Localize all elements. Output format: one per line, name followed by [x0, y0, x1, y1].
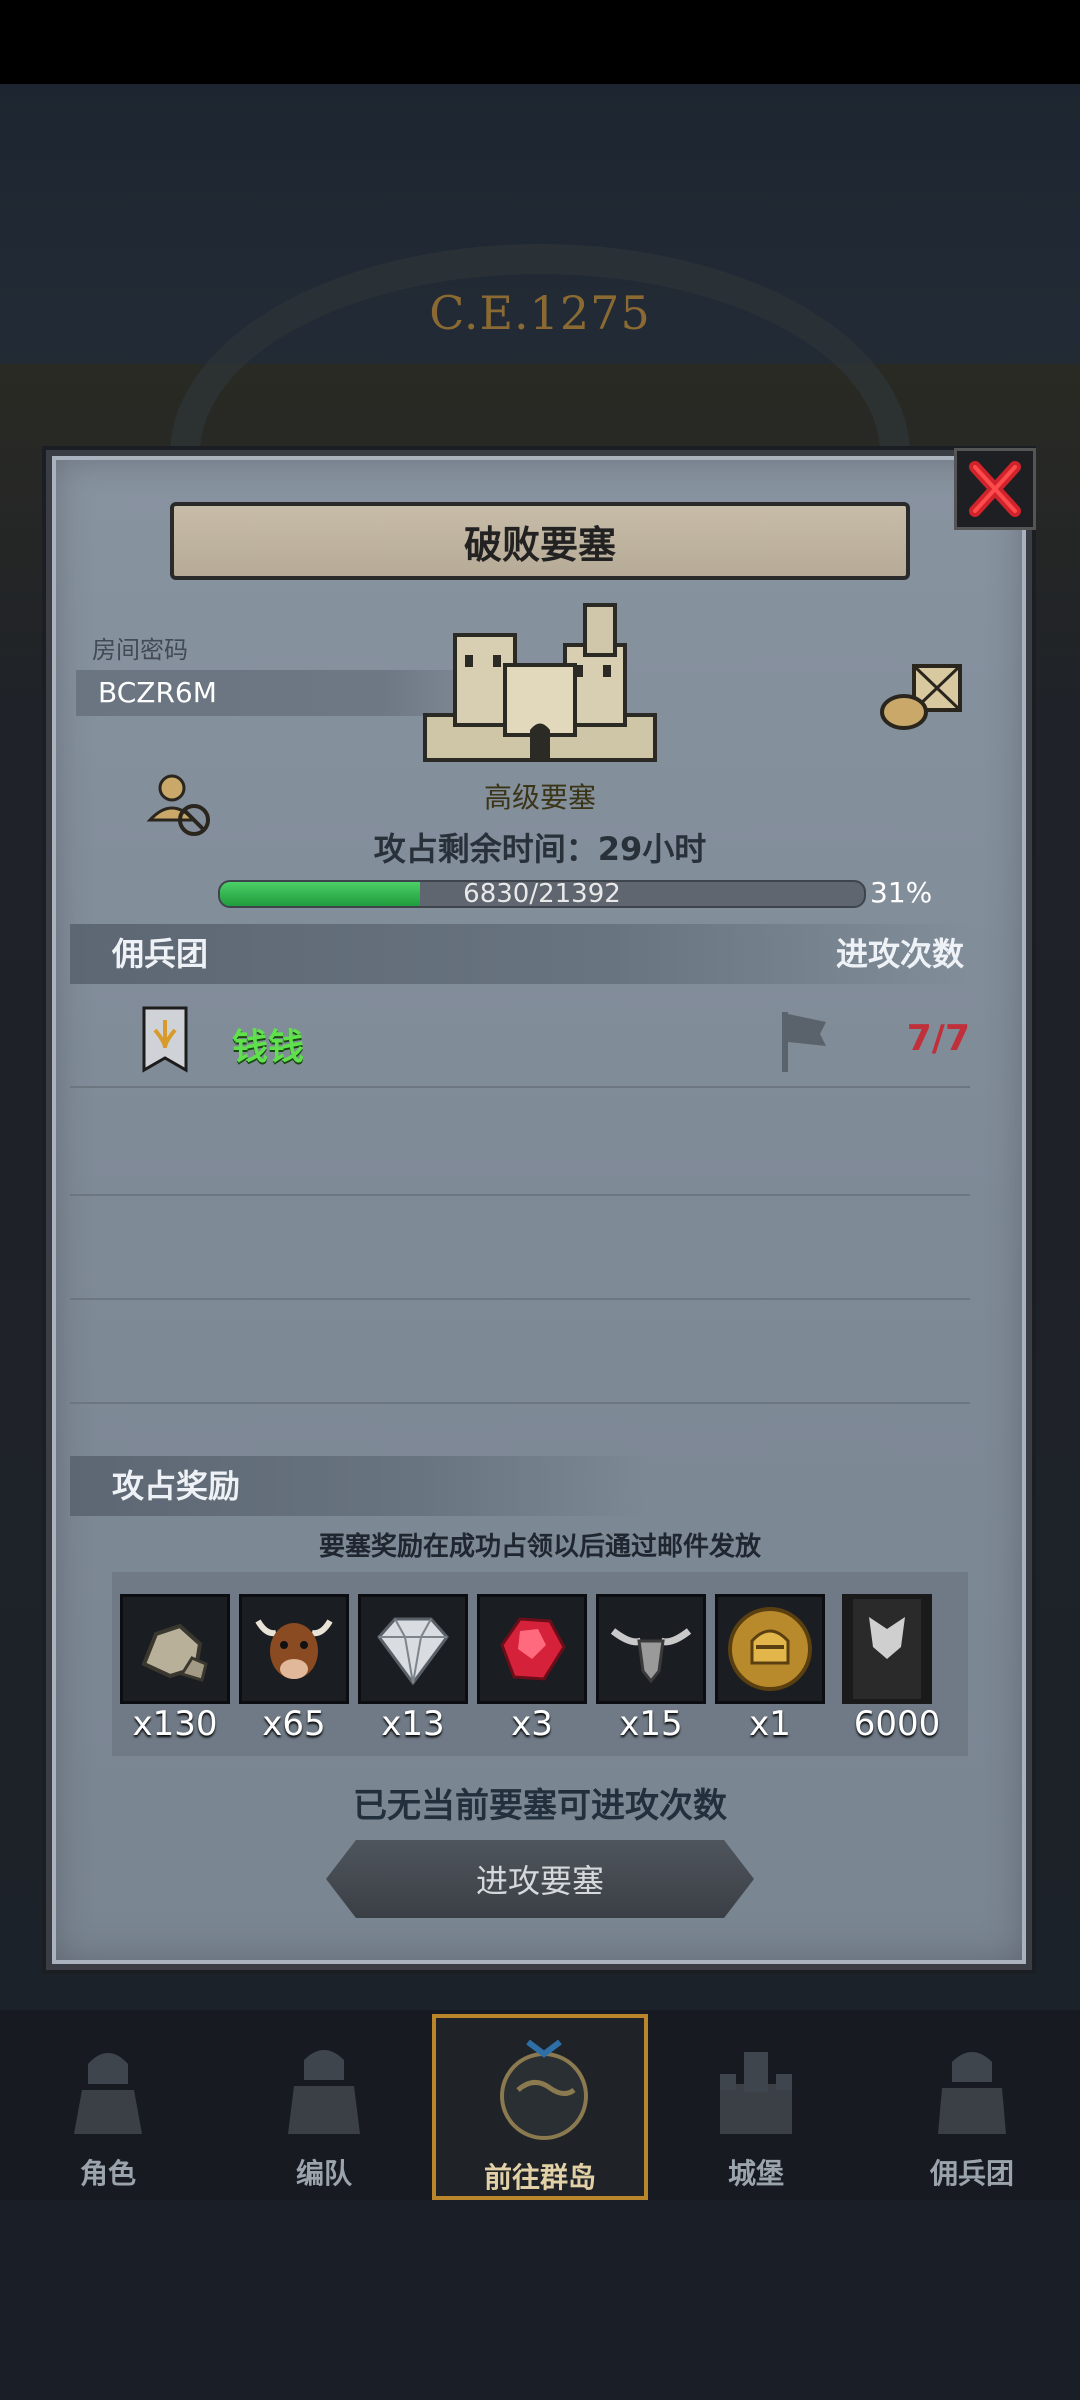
- ruby-icon: [500, 1617, 566, 1681]
- empty-mercenary-row: [70, 1092, 970, 1196]
- mercenary-header-label: 佣兵团: [112, 935, 209, 973]
- nav-item-character[interactable]: 角色: [0, 2014, 216, 2200]
- status-bar: [0, 0, 1080, 84]
- flag-icon: [782, 1012, 826, 1072]
- attack-count-value: 7/7: [906, 1018, 970, 1059]
- castle-icon: [423, 603, 657, 762]
- reward-item-banner[interactable]: [842, 1594, 932, 1704]
- stone-icon: [141, 1623, 208, 1682]
- reward-item-helmet-coin[interactable]: [715, 1594, 825, 1704]
- nav-label: 佣兵团: [929, 2157, 1014, 2190]
- mercenary-row[interactable]: 钱钱 7/7: [70, 992, 970, 1088]
- nav-item-islands[interactable]: 前往群岛: [432, 2014, 648, 2200]
- no-attempts-message: 已无当前要塞可进攻次数: [353, 1786, 727, 1826]
- nav-item-mercenary[interactable]: 佣兵团: [864, 2014, 1080, 2200]
- rewards-header-label: 攻占奖励: [112, 1467, 241, 1505]
- bull-icon: [255, 1619, 333, 1679]
- room-password-label: 房间密码: [92, 636, 188, 664]
- nav-label: 城堡: [727, 2157, 784, 2190]
- attack-fortress-button[interactable]: 进攻要塞: [326, 1840, 754, 1918]
- diamond-icon: [377, 1617, 449, 1686]
- squad-icon: [288, 2050, 360, 2134]
- reward-item-ruby[interactable]: [477, 1594, 587, 1704]
- nav-label: 编队: [295, 2157, 352, 2190]
- reward-item-bull[interactable]: [239, 1594, 349, 1704]
- era-label: C.E.1275: [429, 286, 651, 340]
- reward-qty: 6000: [853, 1704, 941, 1744]
- progress-percent: 31%: [870, 876, 933, 909]
- progress-value-text: 6830/21392: [463, 880, 621, 908]
- mercenary-icon: [938, 2052, 1006, 2134]
- banner-icon: [853, 1599, 921, 1699]
- rewards-section-header: 攻占奖励: [70, 1456, 650, 1516]
- reward-qty: x15: [619, 1704, 683, 1744]
- knight-icon: [74, 2053, 142, 2134]
- reward-qty: x13: [381, 1704, 445, 1744]
- reward-item-diamond[interactable]: [358, 1594, 468, 1704]
- attack-count-header: 进攻次数: [835, 935, 964, 973]
- guild-emblem-icon: [142, 1006, 188, 1073]
- reward-qty: x130: [132, 1704, 218, 1744]
- helmet-coin-icon: [728, 1607, 812, 1691]
- close-icon[interactable]: [965, 459, 1025, 519]
- islands-icon: [500, 2039, 588, 2140]
- close-button[interactable]: [954, 448, 1036, 530]
- castle-nav-icon: [720, 2052, 792, 2134]
- demon-horn-icon: [610, 1628, 692, 1684]
- modal-title: 破败要塞: [170, 502, 910, 580]
- empty-mercenary-row: [70, 1300, 970, 1404]
- nav-label: 角色: [79, 2157, 136, 2190]
- system-nav-area: [0, 2200, 1080, 2400]
- reward-qty: x65: [262, 1704, 326, 1744]
- reward-qty: x3: [511, 1704, 553, 1744]
- mercenary-name: 钱钱: [232, 1027, 305, 1068]
- empty-mercenary-row: [70, 1196, 970, 1300]
- capture-progress-bar: 6830/21392: [218, 880, 866, 908]
- nav-item-squad[interactable]: 编队: [216, 2014, 432, 2200]
- nav-label: 前往群岛: [483, 2161, 596, 2194]
- reward-item-demon-horn[interactable]: [596, 1594, 706, 1704]
- mercenary-section-header: 佣兵团 进攻次数: [70, 924, 970, 984]
- reward-item-stone[interactable]: [120, 1594, 230, 1704]
- nav-item-castle[interactable]: 城堡: [648, 2014, 864, 2200]
- capture-time-remaining: 攻占剩余时间：29小时: [373, 830, 707, 868]
- reward-qty: x1: [749, 1704, 791, 1744]
- reward-note: 要塞奖励在成功占领以后通过邮件发放: [318, 1532, 761, 1562]
- loot-bag-icon[interactable]: [876, 660, 966, 732]
